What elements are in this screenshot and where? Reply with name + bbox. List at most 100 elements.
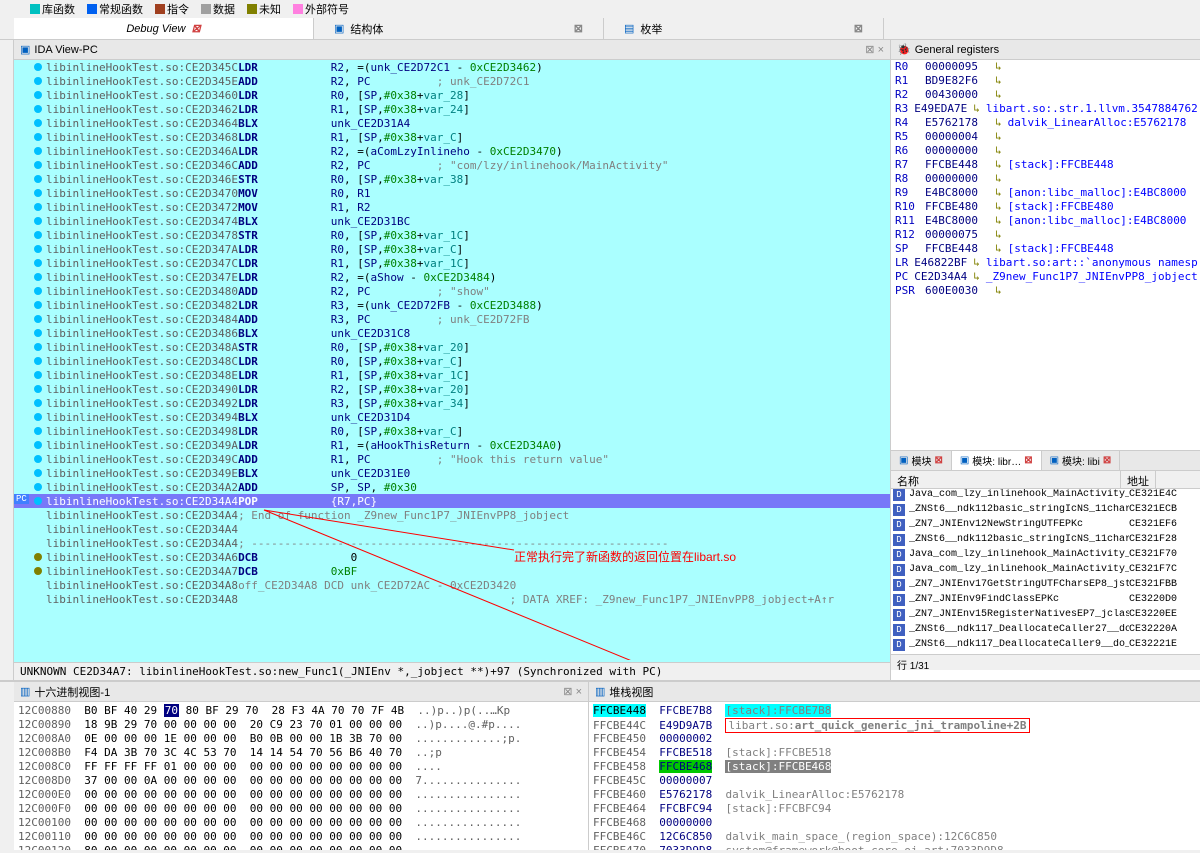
stack-line[interactable]: FFCBE45C 00000007 <box>593 774 1196 788</box>
hex-line[interactable]: 12C008C0 FF FF FF FF 01 00 00 00 00 00 0… <box>18 760 584 774</box>
register-row[interactable]: R3E49EDA7E↳libart.so:.str.1.llvm.3547884… <box>891 102 1200 116</box>
disasm-line[interactable]: libinlineHookTest.so:CE2D3464 BLX unk_CE… <box>14 116 890 130</box>
registers-panel[interactable]: R000000095↳R1BD9E82F6↳R200430000↳R3E49ED… <box>891 60 1200 450</box>
stack-line[interactable]: FFCBE464 FFCBFC94 [stack]:FFCBFC94 <box>593 802 1196 816</box>
disasm-line[interactable]: libinlineHookTest.so:CE2D34A2 ADD SP, SP… <box>14 480 890 494</box>
module-row[interactable]: D_ZNSt6__ndk117_DeallocateCaller9__do_c…… <box>891 639 1200 654</box>
disasm-line[interactable]: libinlineHookTest.so:CE2D3472 MOV R1, R2 <box>14 200 890 214</box>
stack-line[interactable]: FFCBE46C 12C6C850 dalvik_main_space_(reg… <box>593 830 1196 844</box>
hex-line[interactable]: 12C008B0 F4 DA 3B 70 3C 4C 53 70 14 14 5… <box>18 746 584 760</box>
register-row[interactable]: PCCE2D34A4↳_Z9new_Func1P7_JNIEnvPP8_jobj… <box>891 270 1200 284</box>
disasm-line[interactable]: libinlineHookTest.so:CE2D34A4 POP {R7,PC… <box>14 494 890 508</box>
hex-line[interactable]: 12C00110 00 00 00 00 00 00 00 00 00 00 0… <box>18 830 584 844</box>
stack-line[interactable]: FFCBE454 FFCBE518 [stack]:FFCBE518 <box>593 746 1196 760</box>
register-row[interactable]: R800000000↳ <box>891 172 1200 186</box>
hex-line[interactable]: 12C00880 B0 BF 40 29 70 80 BF 29 70 28 F… <box>18 704 584 718</box>
disasm-line[interactable]: libinlineHookTest.so:CE2D3498 LDR R0, [S… <box>14 424 890 438</box>
module-row[interactable]: D_ZN7_JNIEnv17GetStringUTFCharsEP8_jstr…… <box>891 579 1200 594</box>
register-row[interactable]: R000000095↳ <box>891 60 1200 74</box>
disasm-line[interactable]: libinlineHookTest.so:CE2D346C ADD R2, PC… <box>14 158 890 172</box>
disasm-line[interactable]: libinlineHookTest.so:CE2D3492 LDR R3, [S… <box>14 396 890 410</box>
module-row[interactable]: DJava_com_lzy_inlinehook_MainActivity_s…… <box>891 489 1200 504</box>
close-icon[interactable]: ⊠ × <box>563 685 582 698</box>
module-row[interactable]: D_ZN7_JNIEnv15RegisterNativesEP7_jclass…… <box>891 609 1200 624</box>
hex-line[interactable]: 12C00890 18 9B 29 70 00 00 00 00 20 C9 2… <box>18 718 584 732</box>
col-name[interactable]: 名称 <box>891 471 1121 488</box>
register-row[interactable]: SPFFCBE448↳[stack]:FFCBE448 <box>891 242 1200 256</box>
close-icon[interactable]: ⊠ <box>854 22 863 35</box>
tab-enum[interactable]: ▤枚举⊠ <box>604 18 884 39</box>
register-row[interactable]: R11E4BC8000↳[anon:libc_malloc]:E4BC8000 <box>891 214 1200 228</box>
disasm-line[interactable]: libinlineHookTest.so:CE2D3460 LDR R0, [S… <box>14 88 890 102</box>
disasm-line[interactable]: libinlineHookTest.so:CE2D348C LDR R0, [S… <box>14 354 890 368</box>
disasm-line[interactable]: libinlineHookTest.so:CE2D347C LDR R1, [S… <box>14 256 890 270</box>
register-row[interactable]: R200430000↳ <box>891 88 1200 102</box>
stack-line[interactable]: FFCBE460 E5762178 dalvik_LinearAlloc:E57… <box>593 788 1196 802</box>
register-row[interactable]: R10FFCBE480↳[stack]:FFCBE480 <box>891 200 1200 214</box>
module-row[interactable]: D_ZNSt6__ndk112basic_stringIcNS_11char_…… <box>891 534 1200 549</box>
module-row[interactable]: DJava_com_lzy_inlinehook_MainActivity_C…… <box>891 564 1200 579</box>
register-row[interactable]: R500000004↳ <box>891 130 1200 144</box>
module-row[interactable]: D_ZN7_JNIEnv12NewStringUTFEPKcCE321EF6 <box>891 519 1200 534</box>
disasm-line[interactable]: libinlineHookTest.so:CE2D34A7 DCB 0xBF <box>14 564 890 578</box>
disasm-line[interactable]: libinlineHookTest.so:CE2D34A4 <box>14 522 890 536</box>
close-icon[interactable]: ⊠ <box>191 22 200 35</box>
stack-line[interactable]: FFCBE44C E49D9A7B libart.so:art_quick_ge… <box>593 718 1196 732</box>
disasm-line[interactable]: libinlineHookTest.so:CE2D348E LDR R1, [S… <box>14 368 890 382</box>
disasm-line[interactable]: libinlineHookTest.so:CE2D347E LDR R2, =(… <box>14 270 890 284</box>
tab-struct[interactable]: ▣结构体⊠ <box>314 18 604 39</box>
disasm-line[interactable]: libinlineHookTest.so:CE2D3494 BLX unk_CE… <box>14 410 890 424</box>
disasm-line[interactable]: libinlineHookTest.so:CE2D3478 STR R0, [S… <box>14 228 890 242</box>
disasm-line[interactable]: libinlineHookTest.so:CE2D3468 LDR R1, [S… <box>14 130 890 144</box>
close-icon[interactable]: ⊠ <box>574 22 583 35</box>
register-row[interactable]: R1BD9E82F6↳ <box>891 74 1200 88</box>
hex-line[interactable]: 12C00100 00 00 00 00 00 00 00 00 00 00 0… <box>18 816 584 830</box>
register-row[interactable]: R600000000↳ <box>891 144 1200 158</box>
disasm-line[interactable]: libinlineHookTest.so:CE2D3470 MOV R0, R1 <box>14 186 890 200</box>
disasm-line[interactable]: libinlineHookTest.so:CE2D34A4 ; --------… <box>14 536 890 550</box>
disasm-line[interactable]: libinlineHookTest.so:CE2D3474 BLX unk_CE… <box>14 214 890 228</box>
module-row[interactable]: D_ZNSt6__ndk117_DeallocateCaller27__do_…… <box>891 624 1200 639</box>
disasm-line[interactable]: libinlineHookTest.so:CE2D34A8 off_CE2D34… <box>14 578 890 592</box>
stack-line[interactable]: FFCBE470 7033D9D8 system@framework@boot_… <box>593 844 1196 850</box>
disasm-line[interactable]: libinlineHookTest.so:CE2D34A6 DCB 0 <box>14 550 890 564</box>
module-row[interactable]: D_ZNSt6__ndk112basic_stringIcNS_11char_…… <box>891 504 1200 519</box>
disasm-line[interactable]: libinlineHookTest.so:CE2D345C LDR R2, =(… <box>14 60 890 74</box>
register-row[interactable]: PSR600E0030↳ <box>891 284 1200 298</box>
disasm-line[interactable]: libinlineHookTest.so:CE2D345E ADD R2, PC… <box>14 74 890 88</box>
disasm-line[interactable]: libinlineHookTest.so:CE2D349C ADD R1, PC… <box>14 452 890 466</box>
stack-line[interactable]: FFCBE468 00000000 <box>593 816 1196 830</box>
disasm-line[interactable]: libinlineHookTest.so:CE2D3482 LDR R3, =(… <box>14 298 890 312</box>
disassembly-view[interactable]: 正常执行完了新函数的返回位置在libart.so libinlineHookTe… <box>14 60 890 662</box>
module-tab[interactable]: ▣模块: libi ⊠ <box>1042 451 1121 470</box>
stack-line[interactable]: FFCBE450 00000002 <box>593 732 1196 746</box>
disasm-line[interactable]: libinlineHookTest.so:CE2D346A LDR R2, =(… <box>14 144 890 158</box>
module-row[interactable]: DJava_com_lzy_inlinehook_MainActivity_g…… <box>891 549 1200 564</box>
register-row[interactable]: R1200000075↳ <box>891 228 1200 242</box>
register-row[interactable]: R4E5762178↳dalvik_LinearAlloc:E5762178 <box>891 116 1200 130</box>
hex-line[interactable]: 12C008D0 37 00 00 0A 00 00 00 00 00 00 0… <box>18 774 584 788</box>
disasm-line[interactable]: libinlineHookTest.so:CE2D34A4 ; End of f… <box>14 508 890 522</box>
disasm-line[interactable]: libinlineHookTest.so:CE2D3486 BLX unk_CE… <box>14 326 890 340</box>
register-row[interactable]: LRE46822BF↳libart.so:art::`anonymous nam… <box>891 256 1200 270</box>
close-icon[interactable]: ⊠ × <box>865 43 884 56</box>
disasm-line[interactable]: libinlineHookTest.so:CE2D34A8 ; DATA XRE… <box>14 592 890 606</box>
col-addr[interactable]: 地址 <box>1121 471 1156 488</box>
hex-line[interactable]: 12C00120 80 00 00 00 00 00 00 00 00 00 0… <box>18 844 584 850</box>
tab-debug[interactable]: Debug View⊠ <box>14 18 314 39</box>
register-row[interactable]: R7FFCBE448↳[stack]:FFCBE448 <box>891 158 1200 172</box>
module-tab[interactable]: ▣模块: libr… ⊠ <box>952 451 1042 470</box>
hex-view[interactable]: 12C00880 B0 BF 40 29 70 80 BF 29 70 28 F… <box>14 702 588 850</box>
disasm-line[interactable]: libinlineHookTest.so:CE2D3480 ADD R2, PC… <box>14 284 890 298</box>
register-row[interactable]: R9E4BC8000↳[anon:libc_malloc]:E4BC8000 <box>891 186 1200 200</box>
hex-line[interactable]: 12C000E0 00 00 00 00 00 00 00 00 00 00 0… <box>18 788 584 802</box>
modules-list[interactable]: DJava_com_lzy_inlinehook_MainActivity_s…… <box>891 489 1200 654</box>
disasm-line[interactable]: libinlineHookTest.so:CE2D349E BLX unk_CE… <box>14 466 890 480</box>
disasm-line[interactable]: libinlineHookTest.so:CE2D3490 LDR R2, [S… <box>14 382 890 396</box>
disasm-line[interactable]: libinlineHookTest.so:CE2D347A LDR R0, [S… <box>14 242 890 256</box>
disasm-line[interactable]: libinlineHookTest.so:CE2D346E STR R0, [S… <box>14 172 890 186</box>
hex-line[interactable]: 12C008A0 0E 00 00 00 1E 00 00 00 B0 0B 0… <box>18 732 584 746</box>
module-tab[interactable]: ▣模块 ⊠ <box>891 451 952 470</box>
hex-line[interactable]: 12C000F0 00 00 00 00 00 00 00 00 00 00 0… <box>18 802 584 816</box>
disasm-line[interactable]: libinlineHookTest.so:CE2D3462 LDR R1, [S… <box>14 102 890 116</box>
